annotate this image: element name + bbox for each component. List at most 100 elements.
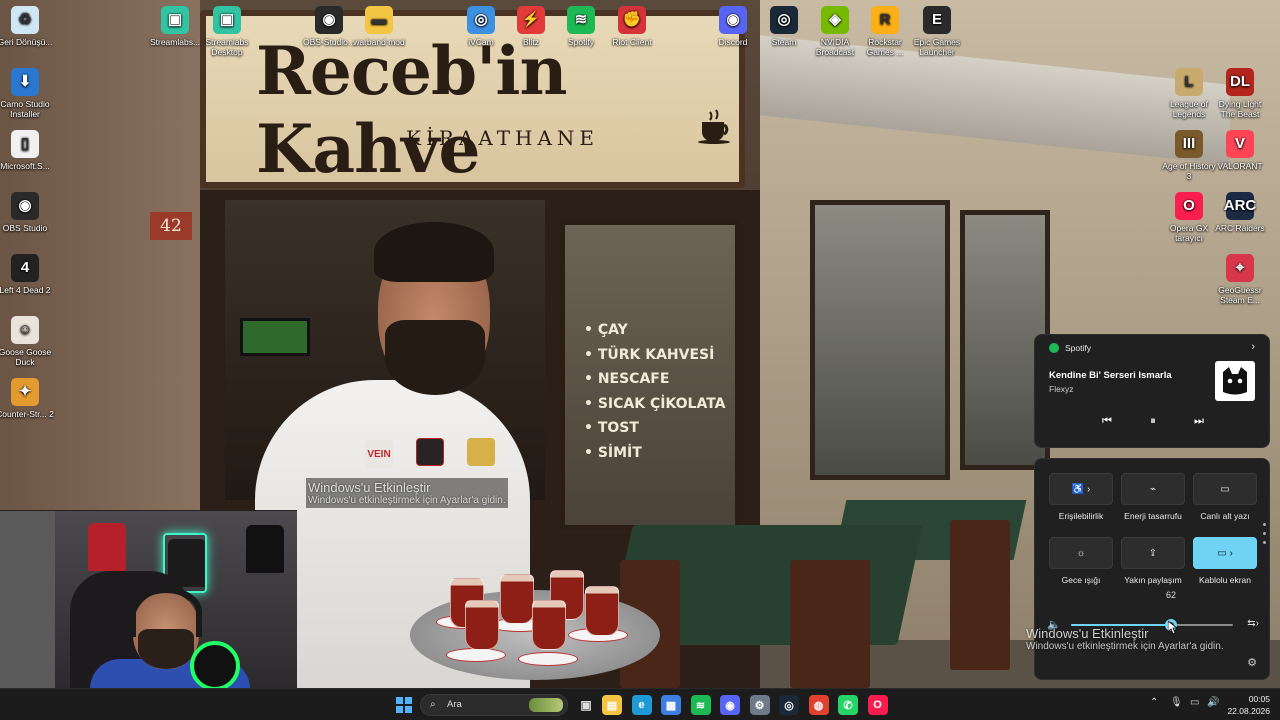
previous-track-icon[interactable]: ⏮ [1099, 413, 1115, 429]
desktop-icon-opera-gx[interactable]: O Opera GX tarayıcı [1160, 192, 1218, 243]
tea-glass [500, 574, 534, 624]
desktop-icon-label: Goose Goose Duck [0, 347, 52, 367]
riot-icon: ✊ [618, 6, 646, 34]
menu-item: • TOST [584, 420, 639, 436]
dying-light-icon: DL [1226, 68, 1254, 96]
accessibility-icon: ♿ › [1071, 483, 1091, 495]
desktop-icon-left-4-dead-2[interactable]: 4 Left 4 Dead 2 [0, 254, 54, 295]
chevron-right-icon[interactable]: › [1251, 341, 1255, 353]
menu-item: • TÜRK KAHVESİ [584, 346, 715, 363]
arc-icon: ARC [1224, 192, 1256, 220]
desktop-icon-steam[interactable]: ◎ Steam [755, 6, 813, 47]
captions-icon: ▭ [1220, 483, 1230, 495]
desktop-icon-counter-strike-2[interactable]: ✦ Counter-Str... 2 [0, 378, 54, 419]
desktop-icon-goose-goose-duck[interactable]: ☺ Goose Goose Duck [0, 316, 54, 367]
media-app-name: Spotify [1065, 343, 1091, 353]
rockstar-icon: R [871, 6, 899, 34]
volume-icon[interactable]: 🔊 [1207, 697, 1219, 708]
desktop-icon-label: Steam [771, 37, 797, 47]
desktop-icon-riot-client[interactable]: ✊ Riot Client [603, 6, 661, 47]
opera-icon[interactable]: O [867, 695, 888, 715]
tile-accessibility[interactable]: ♿ › [1049, 473, 1113, 505]
desktop-icon-spotify[interactable]: ≋ Spotify [552, 6, 610, 47]
desktop-icon-microsoft-shortcut[interactable]: ▯ Microsoft.S... [0, 130, 54, 171]
watermark-title: Windows'u Etkinleştir [1026, 626, 1149, 641]
desktop-icon-warband-mod[interactable]: ▬ warband mod [350, 6, 408, 47]
desktop-icon-rockstar-games[interactable]: R Rockstar Games ... [856, 6, 914, 57]
watermark-subtitle: Windows'u etkinleştirmek için Ayarlar'a … [1026, 641, 1224, 652]
webcam-jersey [246, 525, 284, 573]
activation-watermark: Windows'u Etkinleştir Windows'u etkinleş… [306, 478, 508, 508]
desktop-icon-label: Dying Light The Beast [1218, 99, 1262, 119]
spotify-icon[interactable]: ≋ [690, 695, 711, 715]
taskbar: ⌕ Ara ▣ ▤ e ▦ ≋ ◉ ⚙ ◎ ◍ ✆ O ⌃ 🎙 ▭ 🔊 00:05 22.08.2… [0, 688, 1280, 720]
chrome-icon[interactable]: ◍ [808, 695, 829, 715]
cast-icon: ▭ › [1217, 547, 1233, 559]
desktop-icon-arc-raiders[interactable]: ARC ARC Raiders [1211, 192, 1269, 233]
store-icon[interactable]: ▦ [661, 695, 681, 715]
desktop-icon-app[interactable] [416, 438, 444, 466]
file-explorer-icon[interactable]: ▤ [602, 695, 622, 715]
obs-icon: ◉ [315, 6, 343, 34]
start-button[interactable] [396, 697, 412, 713]
house-number: 42 [150, 212, 192, 240]
search-box[interactable]: ⌕ Ara [420, 694, 568, 716]
settings-icon[interactable]: ⚙ [749, 695, 770, 715]
desktop-icon-label: VALORANT [1217, 161, 1263, 171]
album-art-cat-icon [1223, 367, 1247, 395]
spotify-icon: ≋ [567, 6, 595, 34]
desktop-icon-obs-studio[interactable]: ◉ OBS Studio [0, 192, 54, 233]
recycle-icon: ♻ [11, 6, 39, 34]
wallpaper-man-beard [385, 320, 485, 395]
next-track-icon[interactable]: ⏭ [1191, 413, 1207, 429]
desktop-icon-streamlabs-desktop[interactable]: ▣ Streamlabs Desktop [198, 6, 256, 57]
desktop-icon-app[interactable] [467, 438, 495, 466]
desktop-icon-label: Epic Games Launcher [913, 37, 961, 57]
desktop-icon-label: League of Legends [1170, 99, 1208, 119]
desktop-icon-dying-light[interactable]: DL Dying Light The Beast [1211, 68, 1269, 119]
tile-nearby-share[interactable]: ⇪ [1121, 537, 1185, 569]
desktop-icon-league-of-legends[interactable]: L League of Legends [1160, 68, 1218, 119]
desktop-icon-label: ARC Raiders [1215, 223, 1265, 233]
tile-live-captions[interactable]: ▭ [1193, 473, 1257, 505]
tile-night-light[interactable]: ☼ [1049, 537, 1113, 569]
discord-icon[interactable]: ◉ [720, 695, 740, 715]
desktop-icon-epic-games[interactable]: E Epic Games Launcher [908, 6, 966, 57]
microphone-icon [190, 641, 240, 688]
search-highlight-icon [529, 698, 563, 712]
tea-glass [465, 600, 499, 650]
chevron-up-icon[interactable]: ⌃ [1150, 697, 1158, 708]
desktop-icon-camo-studio-installer[interactable]: ⬇ Camo Studio Installer [0, 68, 54, 119]
edge-icon[interactable]: e [631, 695, 652, 715]
desktop-icon-age-of-history[interactable]: III Age of History 3 [1160, 130, 1218, 181]
menu-item: • SICAK ÇİKOLATA [584, 395, 726, 412]
desktop-icon-vein[interactable]: VEIN [365, 440, 393, 468]
display-icon[interactable]: ▭ [1190, 697, 1199, 708]
audio-output-icon[interactable]: ⇆› [1247, 618, 1259, 629]
whatsapp-icon[interactable]: ✆ [838, 695, 858, 715]
windows-logo-icon [396, 697, 403, 704]
streamlabs-icon: ▣ [213, 6, 241, 34]
menu-item: • SİMİT [584, 444, 642, 461]
steam-icon[interactable]: ◎ [779, 695, 799, 715]
task-view-icon[interactable]: ▣ [576, 695, 596, 715]
microphone-icon[interactable]: 🎙 [1170, 697, 1183, 708]
valorant-icon: V [1226, 130, 1254, 158]
tile-label: Kablolu ekran [1199, 575, 1251, 585]
tile-energy-saver[interactable]: ⌁ [1121, 473, 1185, 505]
gear-icon[interactable]: ⚙ [1247, 656, 1257, 669]
page-dots[interactable] [1263, 523, 1267, 549]
desktop-icon-recycle-bin[interactable]: ♻ Geri Dönüşü... [0, 6, 54, 47]
tile-wired-display[interactable]: ▭ › [1193, 537, 1257, 569]
desktop-icon-discord[interactable]: ◉ Discord [704, 6, 762, 47]
pause-icon[interactable]: ⏸ [1145, 413, 1161, 429]
tea-glass [585, 586, 619, 636]
spotify-icon [1049, 343, 1059, 353]
clock[interactable]: 00:05 22.08.2026 [1227, 693, 1270, 717]
desktop-icon-valorant[interactable]: V VALORANT [1211, 130, 1269, 171]
nvidia-icon: ◈ [821, 6, 849, 34]
desktop-icon-streamlabs[interactable]: ▣ Streamlabs... [146, 6, 204, 47]
camera-icon: ◎ [467, 6, 495, 34]
desktop-icon-geoguessr[interactable]: ⌖ GeoGuessr Steam E... [1211, 254, 1269, 305]
media-source: Spotify [1049, 343, 1091, 353]
